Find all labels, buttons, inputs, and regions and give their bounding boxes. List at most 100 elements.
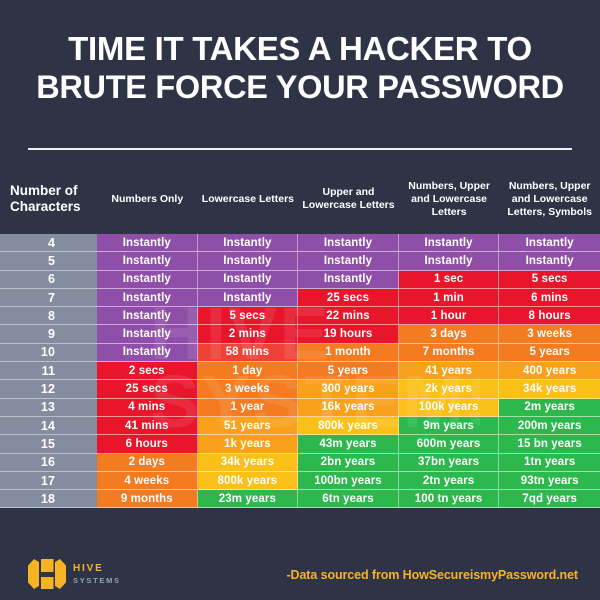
crack-time-cell: 43m years — [298, 435, 399, 454]
row-character-count: 18 — [0, 490, 97, 509]
column-header-upper-and-lowercase-letters: Upper and Lowercase Letters — [302, 186, 395, 211]
crack-time-cell: Instantly — [97, 252, 198, 271]
crack-time-cell: 1 hour — [398, 307, 500, 326]
crack-time-cell: Instantly — [97, 343, 198, 363]
hive-systems-logo: HIVE SYSTEMS — [28, 556, 121, 592]
crack-time-cell: 9m years — [398, 416, 500, 436]
row-character-count: 12 — [0, 380, 97, 399]
crack-time-cell: 5 secs — [499, 270, 600, 289]
crack-time-cell: 8 hours — [499, 307, 600, 326]
crack-time-cell: 5 secs — [197, 307, 299, 326]
row-character-count: 16 — [0, 453, 97, 472]
row-character-count: 17 — [0, 471, 97, 491]
crack-time-cell: Instantly — [398, 234, 500, 253]
table-row: 13 4 mins 1 year 16k years 100k years 2m year… — [0, 398, 600, 417]
title-line-2: BRUTE FORCE YOUR PASSWORD — [36, 69, 564, 105]
crack-time-cell: Instantly — [298, 270, 399, 289]
crack-time-cell: 1tn years — [499, 453, 600, 472]
crack-time-cell: 5 years — [499, 343, 600, 363]
table-row: 16 2 days 34k years 2bn years 37bn years 1tn … — [0, 453, 600, 472]
crack-time-cell: 34k years — [197, 453, 299, 472]
column-header-number-of-characters: Number of Characters — [10, 183, 81, 214]
page-title: TIME IT TAKES A HACKER TO BRUTE FORCE YO… — [0, 30, 600, 106]
crack-time-cell: Instantly — [97, 325, 198, 344]
table-row: 9 Instantly 2 mins 19 hours 3 days 3 weeks — [0, 325, 600, 344]
crack-time-cell: 300 years — [298, 380, 399, 399]
crack-time-cell: 5 years — [298, 362, 399, 381]
crack-time-cell: Instantly — [298, 252, 399, 271]
crack-time-cell: 1 year — [197, 398, 299, 417]
table-row: 5 Instantly Instantly Instantly Instantly Ins… — [0, 252, 600, 271]
crack-time-cell: 93tn years — [499, 471, 600, 491]
column-header-numbers-only: Numbers Only — [111, 192, 184, 205]
crack-time-cell: 100 tn years — [398, 490, 500, 509]
row-character-count: 9 — [0, 325, 97, 344]
crack-time-cell: Instantly — [197, 234, 299, 253]
row-character-count: 13 — [0, 398, 97, 417]
crack-time-cell: Instantly — [398, 252, 500, 271]
table-row: 15 6 hours 1k years 43m years 600m years 15 b… — [0, 435, 600, 454]
crack-time-cell: 2tn years — [398, 471, 500, 491]
crack-time-cell: 22 mins — [298, 307, 399, 326]
row-character-count: 7 — [0, 288, 97, 308]
crack-time-cell: Instantly — [97, 307, 198, 326]
footer: HIVE SYSTEMS -Data sourced from HowSecur… — [0, 552, 600, 600]
column-header-numbers-upper-lowercase-letters: Numbers, Upper and Lowercase Letters — [408, 179, 490, 218]
crack-time-cell: 6 mins — [499, 288, 600, 308]
table-row: 11 2 secs 1 day 5 years 41 years 400 years — [0, 362, 600, 381]
crack-time-cell: 100k years — [398, 398, 500, 417]
crack-time-cell: 4 weeks — [97, 471, 198, 491]
row-character-count: 8 — [0, 307, 97, 326]
logo-wordmark: HIVE SYSTEMS — [73, 563, 121, 586]
crack-time-cell: 1 month — [298, 343, 399, 363]
crack-time-cell: 800k years — [197, 471, 299, 491]
crack-time-cell: 3 weeks — [197, 380, 299, 399]
crack-time-cell: 37bn years — [398, 453, 500, 472]
crack-time-cell: 58 mins — [197, 343, 299, 363]
crack-time-cell: 2bn years — [298, 453, 399, 472]
crack-time-cell: Instantly — [499, 234, 600, 253]
crack-time-cell: 6 hours — [97, 435, 198, 454]
crack-time-cell: 41 mins — [97, 416, 198, 436]
row-character-count: 10 — [0, 343, 97, 363]
table-row: 18 9 months 23m years 6tn years 100 tn years… — [0, 490, 600, 509]
crack-time-cell: 16k years — [298, 398, 399, 417]
table-row: 14 41 mins 51 years 800k years 9m years 200m … — [0, 416, 600, 436]
crack-time-cell: Instantly — [197, 288, 299, 308]
table-row: 7 Instantly Instantly 25 secs 1 min 6 mins — [0, 288, 600, 308]
crack-time-cell: 400 years — [499, 362, 600, 381]
crack-time-cell: Instantly — [97, 270, 198, 289]
crack-time-cell: Instantly — [499, 252, 600, 271]
crack-time-cell: 34k years — [499, 380, 600, 399]
crack-time-cell: 19 hours — [298, 325, 399, 344]
table-body: 4 Instantly Instantly Instantly Instantly Ins… — [0, 234, 600, 509]
table-row: 4 Instantly Instantly Instantly Instantly Ins… — [0, 234, 600, 253]
table-row: 12 25 secs 3 weeks 300 years 2k years 34k yea… — [0, 380, 600, 399]
header-divider — [28, 148, 572, 150]
hexagon-right-icon — [55, 559, 66, 589]
crack-time-cell: 25 secs — [298, 288, 399, 308]
row-character-count: 6 — [0, 270, 97, 289]
crack-time-cell: Instantly — [197, 270, 299, 289]
crack-time-cell: 25 secs — [97, 380, 198, 399]
table-row: 6 Instantly Instantly Instantly 1 sec 5 secs — [0, 270, 600, 289]
logo-name: HIVE — [73, 562, 104, 574]
table-header-row: Number of Characters Numbers Only Lowerc… — [0, 168, 600, 230]
crack-time-cell: 2k years — [398, 380, 500, 399]
crack-time-cell: 7qd years — [499, 490, 600, 509]
crack-time-cell: 9 months — [97, 490, 198, 509]
crack-time-cell: 1 sec — [398, 270, 500, 289]
crack-time-cell: 2 mins — [197, 325, 299, 344]
crack-time-cell: 3 days — [398, 325, 500, 344]
crack-time-cell: 1 day — [197, 362, 299, 381]
crack-time-cell: 200m years — [499, 416, 600, 436]
crack-time-cell: 2 days — [97, 453, 198, 472]
logo-subname: SYSTEMS — [73, 575, 121, 585]
crack-time-cell: 7 months — [398, 343, 500, 363]
row-character-count: 11 — [0, 362, 97, 381]
crack-time-cell: 2 secs — [97, 362, 198, 381]
table-row: 10 Instantly 58 mins 1 month 7 months 5 years — [0, 343, 600, 363]
crack-time-cell: 51 years — [197, 416, 299, 436]
crack-time-cell: Instantly — [197, 252, 299, 271]
crack-time-cell: 800k years — [298, 416, 399, 436]
